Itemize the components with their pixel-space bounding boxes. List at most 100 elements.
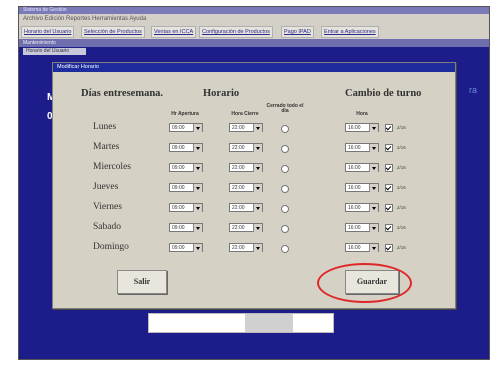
heading-shift-change: Cambio de turno: [345, 88, 422, 99]
chevron-down-icon[interactable]: [369, 204, 378, 212]
nav-link-pago[interactable]: Pago IPAD: [281, 26, 314, 38]
shift-count: 2/16: [397, 165, 406, 170]
chevron-down-icon[interactable]: [193, 204, 202, 212]
chevron-down-icon[interactable]: [193, 164, 202, 172]
select-value: 16:00: [348, 185, 361, 191]
chevron-down-icon[interactable]: [193, 184, 202, 192]
chevron-down-icon[interactable]: [369, 224, 378, 232]
day-label: Jueves: [93, 182, 119, 192]
shift-change-checkbox[interactable]: [385, 144, 393, 152]
select-value: 16:00: [348, 225, 361, 231]
shift-change-select[interactable]: 16:00: [345, 243, 379, 252]
closed-all-day-checkbox[interactable]: [281, 225, 289, 233]
select-value: 22:00: [232, 145, 245, 151]
chevron-down-icon[interactable]: [369, 124, 378, 132]
chevron-down-icon[interactable]: [369, 244, 378, 252]
select-value: 22:00: [232, 125, 245, 131]
shift-change-select[interactable]: 16:00: [345, 223, 379, 232]
day-label: Sabado: [93, 222, 121, 232]
open-time-select[interactable]: 09:00: [169, 243, 203, 252]
chevron-down-icon[interactable]: [253, 224, 262, 232]
shift-count: 2/16: [397, 225, 406, 230]
shift-change-checkbox[interactable]: [385, 184, 393, 192]
select-value: 16:00: [348, 245, 361, 251]
background-link-right[interactable]: ra: [469, 85, 477, 95]
column-open: Hr Apertura: [171, 111, 199, 117]
select-value: 09:00: [172, 125, 185, 131]
select-value: 16:00: [348, 145, 361, 151]
chevron-down-icon[interactable]: [253, 164, 262, 172]
chevron-down-icon[interactable]: [369, 184, 378, 192]
select-value: 16:00: [348, 165, 361, 171]
bottom-panel: [148, 313, 334, 333]
day-label: Lunes: [93, 122, 117, 132]
closed-all-day-checkbox[interactable]: [281, 185, 289, 193]
closed-all-day-checkbox[interactable]: [281, 245, 289, 253]
chevron-down-icon[interactable]: [193, 244, 202, 252]
column-closed-all-day: Cerrado todo el dia: [266, 103, 304, 114]
column-close: Hora Cierre: [231, 111, 259, 117]
bottom-panel-segment: [245, 314, 293, 332]
shift-count: 2/16: [397, 125, 406, 130]
chevron-down-icon[interactable]: [369, 144, 378, 152]
nav-link-aplicaciones[interactable]: Entrar a Aplicaciones: [321, 26, 379, 38]
chevron-down-icon[interactable]: [193, 144, 202, 152]
shift-count: 2/16: [397, 245, 406, 250]
menu-bar[interactable]: Archivo Edición Reportes Herramientas Ay…: [19, 14, 489, 24]
close-time-select[interactable]: 22:00: [229, 143, 263, 152]
chevron-down-icon[interactable]: [193, 124, 202, 132]
close-time-select[interactable]: 22:00: [229, 183, 263, 192]
chevron-down-icon[interactable]: [253, 204, 262, 212]
closed-all-day-checkbox[interactable]: [281, 125, 289, 133]
nav-link-configuracion[interactable]: Configuración de Productos: [199, 26, 273, 38]
dialog-title: Modificar Horario: [57, 64, 99, 70]
closed-all-day-checkbox[interactable]: [281, 145, 289, 153]
chevron-down-icon[interactable]: [253, 144, 262, 152]
close-time-select[interactable]: 22:00: [229, 203, 263, 212]
select-value: 22:00: [232, 205, 245, 211]
sub-tab[interactable]: Horario del Usuario: [23, 48, 86, 55]
chevron-down-icon[interactable]: [193, 224, 202, 232]
select-value: 09:00: [172, 225, 185, 231]
day-label: Miercoles: [93, 162, 131, 172]
chevron-down-icon[interactable]: [253, 124, 262, 132]
shift-change-checkbox[interactable]: [385, 124, 393, 132]
open-time-select[interactable]: 09:00: [169, 183, 203, 192]
select-value: 22:00: [232, 185, 245, 191]
exit-button[interactable]: Salir: [117, 270, 167, 294]
chevron-down-icon[interactable]: [253, 244, 262, 252]
close-time-select[interactable]: 22:00: [229, 243, 263, 252]
shift-change-select[interactable]: 16:00: [345, 183, 379, 192]
shift-change-select[interactable]: 16:00: [345, 123, 379, 132]
shift-change-select[interactable]: 16:00: [345, 143, 379, 152]
close-time-select[interactable]: 22:00: [229, 123, 263, 132]
section-bar: Mantenimiento: [19, 39, 489, 47]
shift-change-checkbox[interactable]: [385, 204, 393, 212]
shift-change-checkbox[interactable]: [385, 164, 393, 172]
close-time-select[interactable]: 22:00: [229, 223, 263, 232]
close-time-select[interactable]: 22:00: [229, 163, 263, 172]
nav-link-ventas[interactable]: Ventas en ICCA: [151, 26, 197, 38]
shift-change-select[interactable]: 16:00: [345, 203, 379, 212]
closed-all-day-checkbox[interactable]: [281, 205, 289, 213]
select-value: 09:00: [172, 245, 185, 251]
section-label: Mantenimiento: [23, 40, 56, 46]
open-time-select[interactable]: 09:00: [169, 163, 203, 172]
select-value: 09:00: [172, 185, 185, 191]
open-time-select[interactable]: 09:00: [169, 223, 203, 232]
shift-change-checkbox[interactable]: [385, 244, 393, 252]
nav-link-seleccion[interactable]: Selección de Productos: [81, 26, 145, 38]
open-time-select[interactable]: 09:00: [169, 203, 203, 212]
nav-link-horario[interactable]: Horario del Usuario: [21, 26, 75, 38]
title-bar: Sistema de Gestión: [19, 7, 489, 14]
chevron-down-icon[interactable]: [253, 184, 262, 192]
open-time-select[interactable]: 09:00: [169, 143, 203, 152]
chevron-down-icon[interactable]: [369, 164, 378, 172]
open-time-select[interactable]: 09:00: [169, 123, 203, 132]
shift-change-select[interactable]: 16:00: [345, 163, 379, 172]
shift-change-checkbox[interactable]: [385, 224, 393, 232]
select-value: 16:00: [348, 205, 361, 211]
day-label: Martes: [93, 142, 120, 152]
closed-all-day-checkbox[interactable]: [281, 165, 289, 173]
day-label: Domingo: [93, 242, 129, 252]
